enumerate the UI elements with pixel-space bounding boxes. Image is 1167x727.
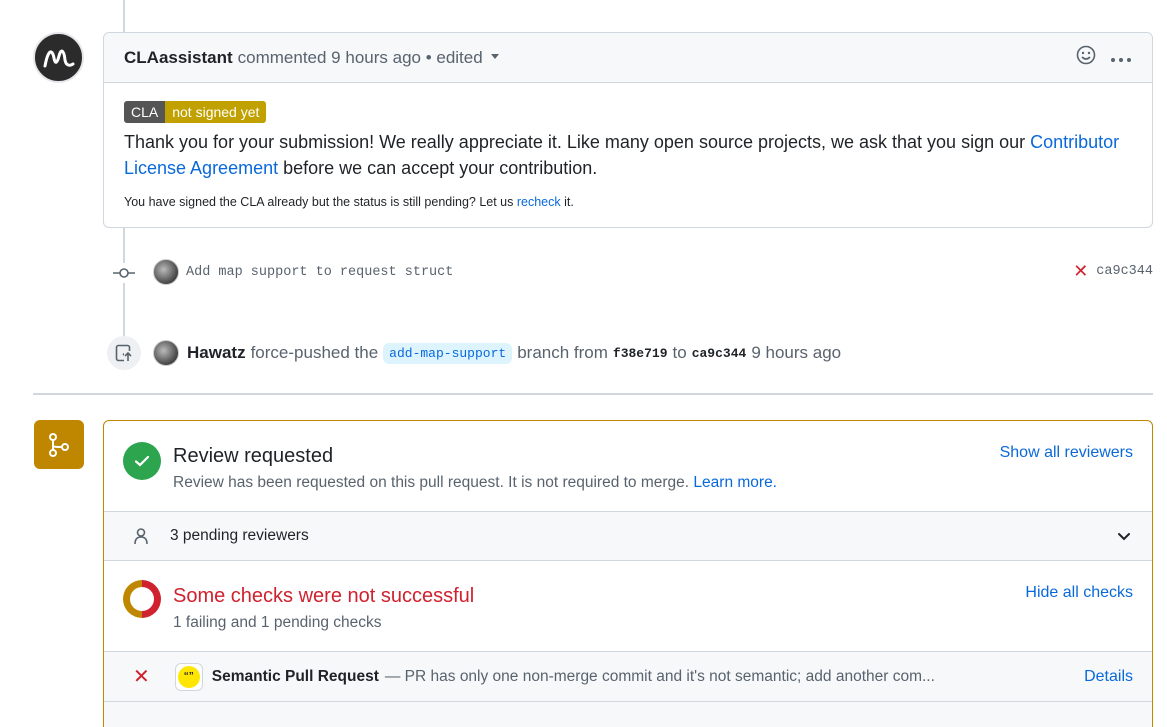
timeline-divider: [33, 393, 1153, 395]
commit-row: Add map support to request struct: [153, 258, 453, 286]
recheck-text: You have signed the CLA already but the …: [124, 195, 1132, 209]
comment-author[interactable]: CLAassistant: [124, 48, 233, 68]
force-push-event: Hawatz force-pushed the add-map-support …: [153, 339, 841, 367]
chevron-down-icon[interactable]: [1116, 528, 1132, 544]
force-push-action: force-pushed the: [250, 343, 379, 362]
check-row: ✕ “” Semantic Pull Request — PR has only…: [104, 652, 1152, 702]
comment-text-post: before we can accept your contribution.: [278, 158, 598, 178]
branch-from-text: branch from: [517, 343, 608, 362]
recheck-link[interactable]: recheck: [517, 195, 561, 209]
check-circle-icon: [123, 442, 161, 480]
avatar[interactable]: [33, 32, 84, 83]
comment-text-pre: Thank you for your submission! We really…: [124, 132, 1031, 152]
check-row-partial: [104, 702, 1152, 727]
claassistant-logo: [43, 49, 74, 67]
push-time[interactable]: 9 hours ago: [751, 343, 841, 363]
check-name: Semantic Pull Request: [211, 667, 379, 685]
checks-title: Some checks were not successful: [173, 585, 475, 607]
check-description: — PR has only one non-merge commit and i…: [384, 667, 935, 685]
hide-all-checks-link[interactable]: Hide all checks: [1025, 584, 1133, 602]
git-commit-icon: [113, 263, 135, 283]
recheck-text-pre: You have signed the CLA already but the …: [124, 195, 517, 209]
semantic-app-glyph: “”: [177, 665, 200, 688]
checks-subtitle: 1 failing and 1 pending checks: [173, 614, 382, 631]
from-sha[interactable]: f38e719: [613, 346, 668, 361]
add-reaction-icon[interactable]: [1076, 45, 1096, 70]
to-text: to: [672, 343, 687, 362]
badge-label: CLA: [124, 101, 166, 123]
force-push-icon: [107, 336, 141, 370]
comment-header: CLAassistant commented 9 hours ago • edi…: [104, 33, 1152, 83]
review-subtitle-text: Review has been requested on this pull r…: [173, 474, 690, 491]
review-subtitle: Review has been requested on this pull r…: [173, 474, 777, 492]
pending-reviewers-row[interactable]: 3 pending reviewers: [104, 512, 1152, 561]
check-details-link[interactable]: Details: [1084, 668, 1133, 686]
comment-body: CLA not signed yet Thank you for your su…: [104, 83, 1152, 209]
checks-section: Some checks were not successful 1 failin…: [104, 561, 1152, 652]
comment-box: CLAassistant commented 9 hours ago • edi…: [103, 32, 1153, 228]
recheck-text-post: it.: [560, 195, 574, 209]
failure-x-icon: ✕: [133, 665, 150, 688]
more-options-icon[interactable]: [1110, 48, 1132, 68]
cla-status-badge[interactable]: CLA not signed yet: [124, 101, 267, 123]
pusher-avatar[interactable]: [153, 340, 179, 366]
pusher-name[interactable]: Hawatz: [187, 343, 246, 363]
merge-box: Review requested Review has been request…: [103, 420, 1153, 727]
git-branch-icon: [34, 420, 84, 469]
commit-status: ✕ ca9c344: [1073, 262, 1153, 280]
edited-dropdown-icon[interactable]: [490, 54, 499, 59]
failure-x-icon[interactable]: ✕: [1073, 262, 1088, 280]
semantic-app-icon[interactable]: “”: [174, 662, 203, 691]
comment-meta[interactable]: commented 9 hours ago • edited: [238, 48, 483, 68]
review-requested-section: Review requested Review has been request…: [104, 421, 1152, 512]
show-all-reviewers-link[interactable]: Show all reviewers: [1000, 444, 1133, 462]
review-title: Review requested: [173, 445, 334, 467]
timeline-line: [123, 0, 125, 32]
badge-value: not signed yet: [165, 101, 267, 123]
commit-author-avatar[interactable]: [153, 259, 179, 285]
timeline-line: [123, 228, 125, 338]
person-icon: [132, 527, 150, 545]
checks-status-donut-icon: [123, 580, 161, 618]
commit-message[interactable]: Add map support to request struct: [186, 265, 453, 280]
comment-text: Thank you for your submission! We really…: [124, 129, 1132, 181]
to-sha[interactable]: ca9c344: [692, 346, 747, 361]
pending-reviewers-label: 3 pending reviewers: [170, 527, 309, 544]
branch-name[interactable]: add-map-support: [383, 342, 513, 364]
learn-more-link[interactable]: Learn more.: [693, 474, 777, 491]
commit-sha[interactable]: ca9c344: [1096, 264, 1153, 279]
